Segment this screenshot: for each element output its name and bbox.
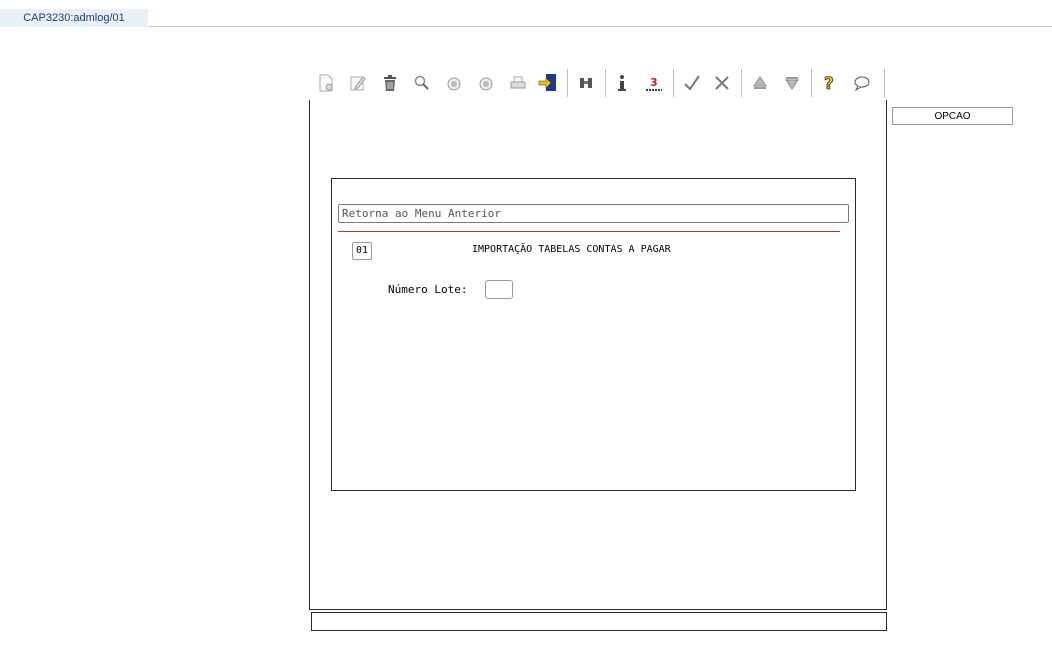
form-title: IMPORTAÇÃO TABELAS CONTAS A PAGAR bbox=[472, 244, 671, 255]
print-icon[interactable] bbox=[507, 71, 529, 95]
binoculars-icon[interactable] bbox=[575, 71, 597, 95]
new-icon[interactable] bbox=[315, 71, 337, 95]
underline-3-icon[interactable]: 3 bbox=[643, 71, 665, 95]
edit-icon[interactable] bbox=[347, 71, 369, 95]
down-icon[interactable] bbox=[781, 71, 803, 95]
next-icon[interactable] bbox=[475, 71, 497, 95]
toolbar-separator bbox=[673, 69, 674, 97]
search-icon[interactable] bbox=[411, 71, 433, 95]
up-icon[interactable] bbox=[749, 71, 771, 95]
help-icon[interactable]: ? bbox=[819, 71, 841, 95]
option-code-field[interactable]: 01 bbox=[352, 242, 372, 260]
cancel-icon[interactable] bbox=[711, 71, 733, 95]
svg-text:3: 3 bbox=[650, 76, 658, 89]
toolbar-separator bbox=[741, 69, 742, 97]
numero-lote-label: Número Lote: bbox=[388, 283, 468, 296]
toolbar-separator bbox=[605, 69, 606, 97]
delete-icon[interactable] bbox=[379, 71, 401, 95]
form-panel bbox=[331, 178, 856, 491]
status-bar bbox=[311, 612, 887, 631]
tab-divider bbox=[148, 26, 1052, 27]
return-menu-field[interactable]: Retorna ao Menu Anterior bbox=[338, 204, 849, 223]
toolbar-separator bbox=[884, 69, 885, 97]
info-icon[interactable] bbox=[611, 71, 633, 95]
exit-icon[interactable] bbox=[537, 71, 559, 95]
toolbar: 3 ? bbox=[309, 66, 887, 100]
numero-lote-input[interactable] bbox=[485, 280, 513, 299]
comment-icon[interactable] bbox=[851, 71, 873, 95]
divider-line bbox=[338, 231, 840, 232]
toolbar-separator bbox=[567, 69, 568, 97]
previous-icon[interactable] bbox=[443, 71, 465, 95]
toolbar-separator bbox=[811, 69, 812, 97]
svg-text:?: ? bbox=[824, 74, 834, 93]
window-tab[interactable]: CAP3230:admlog/01 bbox=[0, 9, 148, 27]
confirm-icon[interactable] bbox=[681, 71, 703, 95]
opcao-button[interactable]: OPCAO bbox=[892, 107, 1013, 125]
